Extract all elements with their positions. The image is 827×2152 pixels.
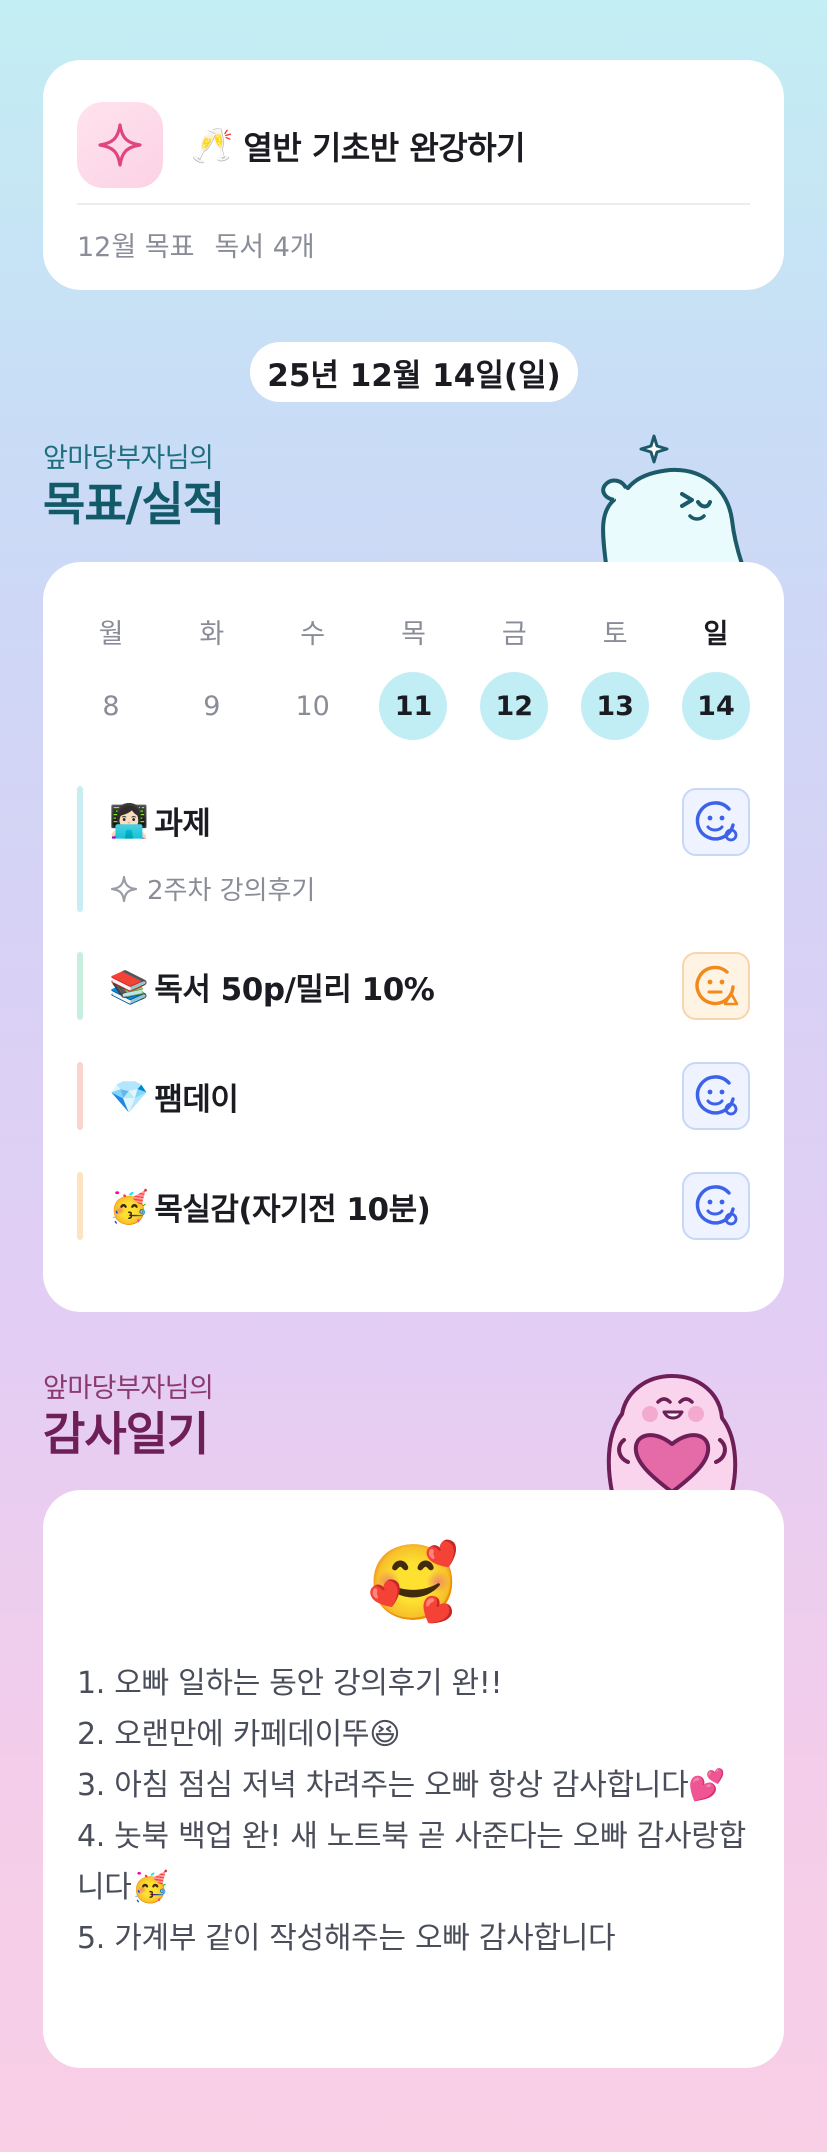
task-color-bar bbox=[77, 786, 83, 912]
task-subtitle: 2주차 강의후기 bbox=[147, 876, 316, 906]
ghost-mascot-icon bbox=[601, 434, 744, 564]
sparkle-icon bbox=[77, 102, 163, 188]
weekday-label-sunday: 일 bbox=[703, 619, 729, 650]
task-color-bar bbox=[77, 1172, 83, 1240]
thanks-line: 1. 오빠 일하는 동안 강의후기 완!! bbox=[77, 1666, 503, 1701]
task-item[interactable]: 💎 팸데이 bbox=[77, 1062, 750, 1130]
status-button[interactable] bbox=[682, 1062, 750, 1130]
day-cell-active[interactable]: 14 bbox=[681, 672, 750, 740]
goal-emoji: 🥂 bbox=[191, 126, 234, 166]
thanks-section-title: 감사일기 bbox=[43, 1407, 209, 1461]
task-item[interactable]: 👩🏻‍💻 과제 2주차 강의후기 bbox=[77, 786, 750, 912]
sparkle-icon bbox=[110, 875, 138, 902]
day-cell-active[interactable]: 13 bbox=[581, 672, 650, 740]
thanks-line: 2. 오랜만에 카페데이뚜😆 bbox=[77, 1717, 401, 1752]
goals-card: 월 화 수 목 금 토 일 8 9 10 11 12 13 14 👩🏻‍💻 과제… bbox=[43, 562, 784, 1312]
task-emoji: 👩🏻‍💻 bbox=[109, 801, 149, 840]
day-cell-active[interactable]: 12 bbox=[480, 672, 549, 740]
task-title: 과제 bbox=[154, 806, 211, 842]
neutral-face-warning-icon bbox=[695, 965, 739, 1006]
thanks-line: 4. 놋북 백업 완! 새 노트북 곧 사준다는 오빠 감사랑합니다🥳 bbox=[77, 1819, 746, 1905]
status-button[interactable] bbox=[682, 952, 750, 1020]
task-title: 독서 50p/밀리 10% bbox=[154, 972, 435, 1008]
day-cell[interactable]: 8 bbox=[77, 672, 145, 740]
weekday-row: 월 화 수 목 금 토 일 bbox=[77, 612, 750, 651]
date-pill[interactable]: 25년 12월 14일(일) bbox=[250, 342, 578, 402]
month-goal-label: 12월 목표 bbox=[77, 232, 195, 263]
task-item[interactable]: 🥳 목실감(자기전 10분) bbox=[77, 1172, 750, 1240]
day-cell[interactable]: 9 bbox=[178, 672, 246, 740]
weekday-label: 금 bbox=[501, 619, 527, 650]
thanks-line: 5. 가계부 같이 작성해주는 오빠 감사합니다 bbox=[77, 1921, 616, 1956]
smile-face-icon bbox=[695, 1075, 738, 1116]
status-button[interactable] bbox=[682, 788, 750, 856]
heart-mascot-icon bbox=[606, 1374, 738, 1492]
weekday-label: 목 bbox=[401, 619, 426, 650]
thanks-diary-text: 1. 오빠 일하는 동안 강의후기 완!! 2. 오랜만에 카페데이뚜😆 3. … bbox=[77, 1658, 750, 1964]
weekday-label: 수 bbox=[300, 619, 326, 650]
task-title: 목실감(자기전 10분) bbox=[154, 1192, 431, 1228]
smile-face-icon bbox=[695, 801, 738, 842]
day-row: 8 9 10 11 12 13 14 bbox=[77, 672, 750, 740]
thanks-emoji: 🥰 bbox=[367, 1540, 460, 1626]
task-emoji: 🥳 bbox=[109, 1187, 149, 1226]
task-item[interactable]: 📚 독서 50p/밀리 10% bbox=[77, 952, 750, 1020]
divider bbox=[77, 203, 750, 205]
thanks-diary-card: 🥰 1. 오빠 일하는 동안 강의후기 완!! 2. 오랜만에 카페데이뚜😆 3… bbox=[43, 1490, 784, 2068]
status-button[interactable] bbox=[682, 1172, 750, 1240]
thanks-line: 3. 아침 점심 저녁 차려주는 오빠 항상 감사합니다💕 bbox=[77, 1768, 726, 1803]
weekday-label: 화 bbox=[199, 619, 225, 650]
task-emoji: 💎 bbox=[109, 1077, 149, 1116]
weekday-label: 토 bbox=[602, 619, 628, 650]
task-color-bar bbox=[77, 1062, 83, 1130]
weekday-label: 월 bbox=[98, 619, 124, 650]
monthly-goal-card[interactable]: 🥂 열반 기초반 완강하기 12월 목표 독서 4개 bbox=[43, 60, 784, 290]
day-cell[interactable]: 10 bbox=[279, 672, 347, 740]
task-color-bar bbox=[77, 952, 83, 1020]
task-emoji: 📚 bbox=[109, 967, 149, 1006]
smile-face-icon bbox=[695, 1185, 738, 1226]
goal-title: 열반 기초반 완강하기 bbox=[243, 129, 526, 167]
month-goal-value: 독서 4개 bbox=[214, 232, 315, 263]
goals-section-title: 목표/실적 bbox=[43, 477, 225, 531]
day-cell-active[interactable]: 11 bbox=[379, 672, 448, 740]
task-title: 팸데이 bbox=[154, 1082, 239, 1118]
